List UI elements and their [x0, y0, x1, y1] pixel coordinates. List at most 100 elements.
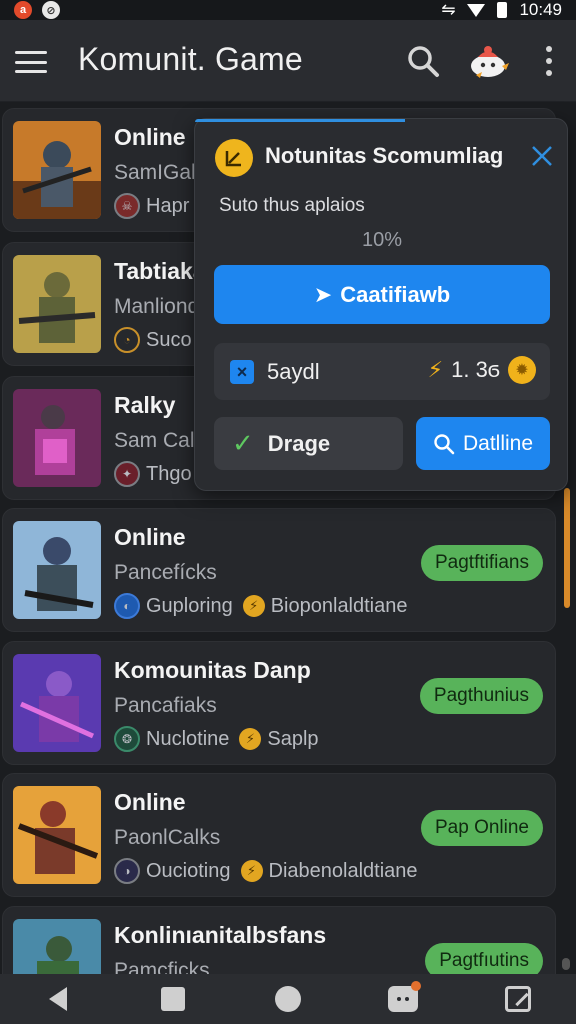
reward-value-group: ⚡ 1. 3ϭ ✹ [428, 356, 536, 384]
globe-icon: ◐ [114, 593, 140, 619]
search-online-label: Datlline [462, 431, 534, 455]
search-icon[interactable] [406, 44, 440, 78]
globe-icon: ❂ [114, 726, 140, 752]
card-title: Konlinıanitalbsfans [114, 922, 327, 948]
check-icon: ✓ [232, 428, 254, 458]
card-meta: ✦ Thgo [114, 461, 192, 487]
status-badge[interactable]: Pap Online [420, 810, 543, 846]
game-thumbnail [13, 255, 101, 353]
navigation-bar [0, 974, 576, 1024]
close-icon[interactable] [529, 143, 555, 169]
player-avatar-icon: ◑ [114, 858, 140, 884]
card-meta: ◐ Guploring ⚡ Bioponlaldtiane [114, 593, 408, 619]
reward-value: 1. 3ϭ [451, 357, 500, 382]
reward-label: 5aydl [267, 359, 320, 384]
drage-button-label: Drage [267, 430, 331, 456]
drage-button[interactable]: ✓ Drage [214, 417, 403, 470]
card-subtitle: SamIGak [114, 161, 202, 184]
primary-action-button[interactable]: ➤ Caatifiawb [214, 265, 550, 324]
card-meta-text: Suco [146, 328, 192, 351]
reward-row[interactable]: × 5aydl ⚡ 1. 3ϭ ✹ [214, 343, 550, 400]
edit-button[interactable] [498, 979, 538, 1019]
bolt-icon: ⚡ [427, 357, 444, 382]
chat-button[interactable] [383, 979, 423, 1019]
popup-accent [195, 119, 405, 122]
coin-icon: ⚡ [239, 728, 262, 750]
search-icon [434, 433, 455, 454]
card-meta-text: Nuclotine [146, 727, 230, 750]
home-icon [274, 986, 301, 1012]
card-meta-text: Guploring [146, 594, 233, 617]
card-subtitle: Pancefícks [114, 561, 217, 584]
card-title: Online [114, 789, 186, 815]
home-button[interactable] [268, 979, 308, 1019]
card-meta-secondary: Bioponlaldtiane [270, 594, 408, 617]
card-title: Tabtiaka [114, 258, 206, 284]
card-meta: ☠ Hapr [114, 193, 189, 219]
game-thumbnail [13, 521, 101, 619]
card-title: Ralky [114, 392, 176, 418]
mascot-icon[interactable] [468, 42, 510, 80]
game-thumbnail [13, 654, 101, 752]
game-thumbnail [13, 121, 101, 219]
back-button[interactable] [38, 979, 78, 1019]
scrollbar[interactable] [564, 488, 570, 608]
player-avatar-icon: ✦ [114, 461, 140, 487]
card-meta-text: Thgo [146, 462, 192, 485]
game-thumbnail [13, 786, 101, 884]
status-badge[interactable]: Pagtftifians [421, 545, 543, 581]
status-badge[interactable]: Pagthunius [419, 678, 543, 714]
list-item[interactable]: Online Pancefícks ◐ Guploring ⚡ Bioponla… [2, 508, 556, 632]
mute-icon: ⊘ [42, 1, 60, 19]
card-meta-text: Oucioting [146, 859, 231, 882]
list-item[interactable]: Online PaonlCalks ◑ Oucioting ⚡ Diabenol… [2, 773, 556, 897]
card-meta: ◔ Suco [114, 327, 192, 353]
card-meta-secondary: Saplp [267, 727, 319, 750]
search-online-button[interactable]: Datlline [416, 417, 550, 470]
edit-icon [505, 986, 532, 1012]
popup-message: Suto thus aplaios [219, 195, 365, 216]
card-title: Online [114, 524, 186, 550]
community-popup: Notunitas Scomumliag Suto thus aplaios 1… [194, 118, 568, 491]
notification-dot [411, 981, 422, 991]
send-icon: ➤ [313, 281, 333, 307]
vibrate-icon: ⇋ [441, 0, 456, 19]
card-subtitle: Pamcficks [114, 959, 210, 974]
primary-action-label: Caatifiawb [340, 281, 451, 307]
game-thumbnail [13, 389, 101, 487]
coin-icon: ⚡ [242, 595, 265, 617]
status-bar: a ⊘ ⇋ 10:49 [0, 0, 576, 20]
card-meta-text: Hapr [146, 194, 190, 217]
card-meta-secondary: Diabenolaldtiane [268, 859, 418, 882]
coin-icon: ⚡ [240, 860, 263, 882]
page-title: Komunit. Game [78, 41, 303, 77]
card-meta: ❂ Nuclotine ⚡ Saplp [114, 726, 319, 752]
square-icon [160, 987, 185, 1011]
more-vert-icon[interactable] [544, 46, 554, 76]
card-subtitle: Sam Cal [114, 429, 195, 452]
card-meta: ◑ Oucioting ⚡ Diabenolaldtiane [114, 858, 418, 884]
back-icon [48, 987, 67, 1011]
app-bar: Komunit. Game [0, 20, 576, 102]
overview-button[interactable] [153, 979, 193, 1019]
wifi-icon [467, 3, 486, 17]
status-badge[interactable]: Pagtfıutins [425, 943, 543, 974]
x-icon: × [230, 360, 254, 384]
card-title: Komounitas Danp [114, 657, 311, 683]
clock-badge-icon: ◔ [114, 327, 140, 353]
clock: 10:49 [519, 0, 562, 19]
menu-icon[interactable] [15, 51, 47, 73]
card-title: Online [114, 124, 186, 150]
gear-icon: ✹ [508, 356, 536, 384]
list-item[interactable]: Komounitas Danp Pancafiaks ❂ Nuclotine ⚡… [2, 641, 556, 765]
card-subtitle: Manliond [114, 295, 200, 318]
scrollbar-track-end [562, 958, 570, 970]
list-item[interactable]: Konlinıanitalbsfans Pamcficks Pagtfıutin… [2, 906, 556, 974]
app-notification-icon: a [14, 1, 32, 19]
progress-text: 10% [361, 229, 403, 251]
game-thumbnail [13, 919, 101, 974]
trophy-icon [215, 139, 253, 177]
card-subtitle: PaonlCalks [114, 826, 221, 849]
battery-icon [497, 2, 508, 18]
popup-title: Notunitas Scomumliag [265, 143, 504, 168]
